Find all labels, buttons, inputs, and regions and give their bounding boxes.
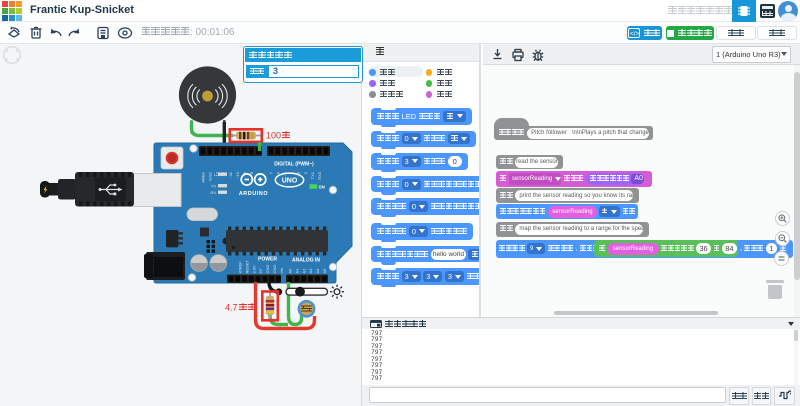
svg-text:RX: RX bbox=[210, 190, 216, 195]
svg-text:ARDUINO: ARDUINO bbox=[239, 191, 268, 197]
svg-text:4.7: 4.7 bbox=[225, 303, 238, 313]
svg-text:RESET: RESET bbox=[244, 260, 249, 274]
svg-text:ANALOG IN: ANALOG IN bbox=[292, 258, 320, 264]
svg-text:AREF: AREF bbox=[201, 171, 206, 182]
svg-text:</>: </> bbox=[630, 31, 640, 38]
svg-text:Vin: Vin bbox=[279, 268, 284, 274]
svg-text:GND: GND bbox=[207, 172, 212, 181]
svg-text:A0: A0 bbox=[288, 268, 293, 274]
svg-text:DIGITAL (PWM~): DIGITAL (PWM~) bbox=[274, 162, 314, 168]
svg-text:~11: ~11 bbox=[228, 171, 233, 178]
svg-text:TX1: TX1 bbox=[310, 171, 315, 179]
svg-text:3.3V: 3.3V bbox=[251, 265, 256, 274]
svg-text:UNO: UNO bbox=[282, 178, 298, 185]
svg-text:A4: A4 bbox=[315, 268, 320, 274]
svg-text:A5: A5 bbox=[322, 268, 327, 274]
svg-text:GND: GND bbox=[272, 265, 277, 274]
svg-text:100: 100 bbox=[266, 131, 281, 141]
svg-text:IOREF: IOREF bbox=[238, 261, 243, 274]
svg-text:ON: ON bbox=[319, 185, 325, 190]
svg-text:~10: ~10 bbox=[235, 171, 240, 179]
svg-text:A2: A2 bbox=[301, 268, 306, 274]
svg-text:TX: TX bbox=[211, 184, 216, 189]
svg-text:5V: 5V bbox=[258, 268, 263, 273]
svg-text:RX0: RX0 bbox=[317, 171, 322, 180]
svg-text:POWER: POWER bbox=[258, 257, 277, 263]
svg-text:GND: GND bbox=[265, 265, 270, 274]
svg-text:A3: A3 bbox=[308, 268, 313, 274]
svg-text:A1: A1 bbox=[294, 268, 299, 274]
